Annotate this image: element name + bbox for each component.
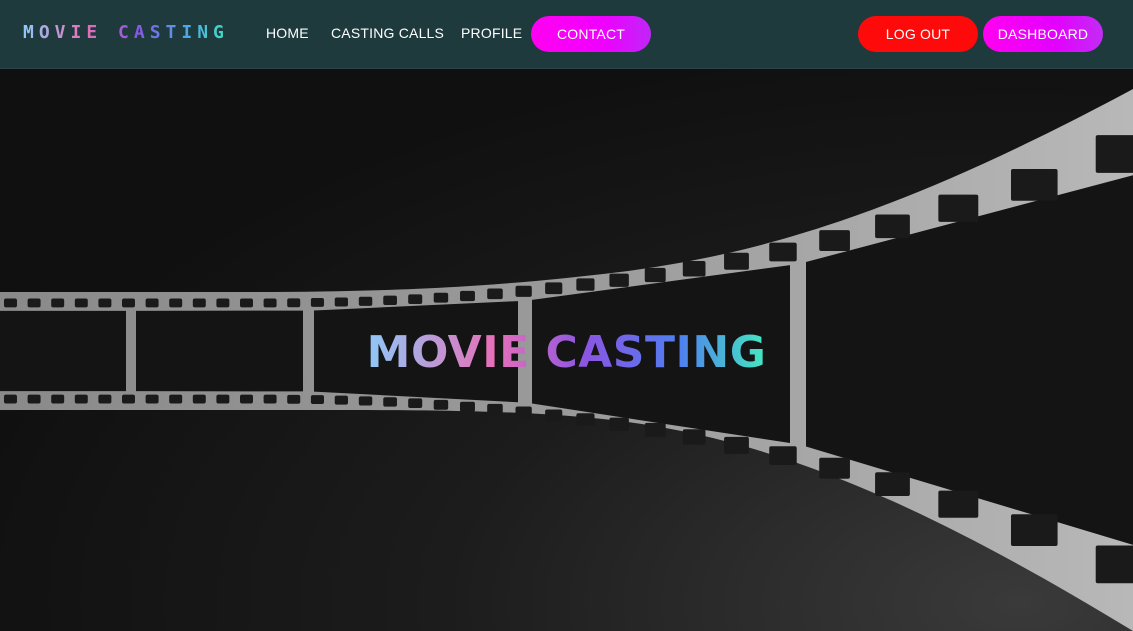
nav-profile-link[interactable]: PROFILE: [461, 25, 522, 41]
nav-home-link[interactable]: HOME: [266, 25, 309, 41]
hero-section: MOVIE CASTING: [0, 69, 1133, 631]
dashboard-button[interactable]: DASHBOARD: [983, 16, 1103, 52]
navbar: MOVIE CASTING HOME CASTING CALLS PROFILE…: [0, 0, 1133, 69]
hero-title-text: MOVIE CASTING: [366, 327, 767, 378]
hero-title: MOVIE CASTING: [0, 327, 1133, 378]
contact-button[interactable]: CONTACT: [531, 16, 651, 52]
brand-logo[interactable]: MOVIE CASTING: [23, 22, 229, 43]
nav-casting-calls-link[interactable]: CASTING CALLS: [331, 25, 444, 41]
logout-button[interactable]: LOG OUT: [858, 16, 978, 52]
